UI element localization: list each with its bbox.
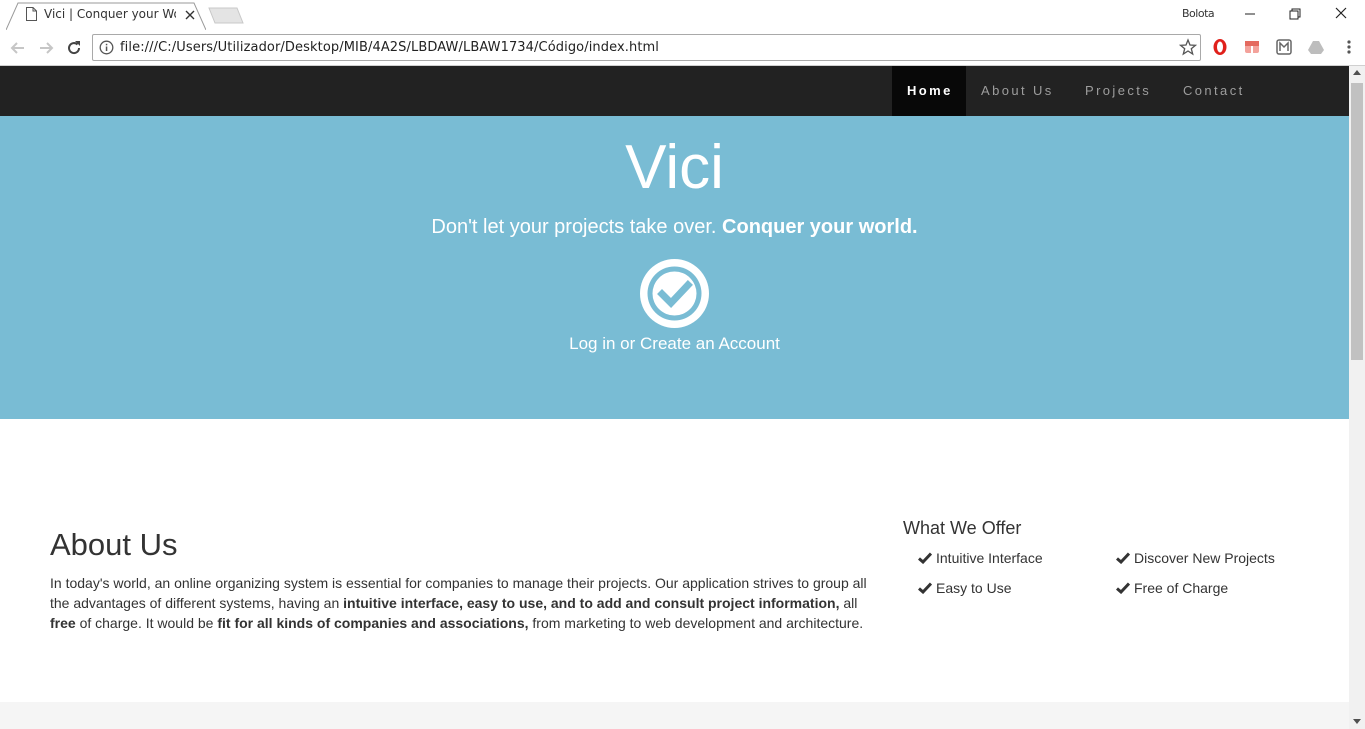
hero-subtitle-plain: Don't let your projects take over. [431, 216, 717, 238]
offer-title: What We Offer [903, 518, 1022, 538]
extension-icon[interactable] [1243, 38, 1261, 56]
minimize-icon[interactable] [1239, 4, 1261, 24]
offer-item-label: Easy to Use [936, 580, 1012, 596]
login-link[interactable]: Log in or Create an Account [0, 334, 1349, 354]
bookmark-star-icon[interactable] [1179, 38, 1197, 56]
offer-item: Free of Charge [1116, 580, 1228, 596]
page-icon [26, 7, 37, 21]
hero-section: Vici Don't let your projects take over. … [0, 116, 1349, 419]
nav-projects[interactable]: Projects [1070, 66, 1166, 116]
page-viewport: Home About Us Projects Contact Vici Don'… [0, 66, 1349, 729]
reload-icon[interactable] [64, 38, 84, 58]
offer-item: Easy to Use [918, 580, 1011, 596]
offer-item: Discover New Projects [1116, 550, 1275, 566]
offer-item: Intuitive Interface [918, 550, 1043, 566]
about-title: About Us [50, 527, 178, 562]
hero-title: Vici [625, 133, 724, 202]
forward-arrow-icon[interactable] [36, 38, 56, 58]
check-icon [918, 582, 932, 594]
about-bold-2: free [50, 615, 76, 631]
address-bar[interactable]: file:///C:/Users/Utilizador/Desktop/MIB/… [92, 34, 1201, 61]
next-section-band [0, 702, 1349, 729]
check-circle-icon[interactable] [640, 259, 709, 328]
drive-extension-icon[interactable] [1307, 38, 1325, 56]
offer-item-label: Intuitive Interface [936, 550, 1043, 566]
about-paragraph: In today's world, an online organizing s… [50, 573, 880, 633]
scroll-down-arrow-icon[interactable] [1353, 719, 1361, 724]
browser-tabstrip: Vici | Conquer your World Bolota [0, 0, 1365, 30]
scrollbar-thumb[interactable] [1351, 83, 1363, 360]
site-navbar: Home About Us Projects Contact [0, 66, 1349, 116]
nav-about-us[interactable]: About Us [966, 66, 1069, 116]
new-tab-button[interactable] [208, 7, 244, 24]
about-text-4: from marketing to web development and ar… [532, 615, 864, 631]
menu-dots-icon[interactable] [1340, 38, 1358, 56]
about-text-3: of charge. It would be [79, 615, 214, 631]
scroll-up-arrow-icon[interactable] [1353, 70, 1361, 75]
close-tab-icon[interactable] [185, 10, 195, 20]
check-icon [1116, 552, 1130, 564]
about-bold-3: fit for all kinds of companies and assoc… [217, 615, 529, 631]
hero-subtitle: Don't let your projects take over. Conqu… [0, 216, 1349, 239]
check-icon [1116, 582, 1130, 594]
check-icon [918, 552, 932, 564]
browser-toolbar: file:///C:/Users/Utilizador/Desktop/MIB/… [0, 30, 1365, 66]
info-icon[interactable] [99, 40, 114, 55]
back-arrow-icon[interactable] [8, 38, 28, 58]
about-text-2: all [843, 595, 858, 611]
vertical-scrollbar[interactable] [1349, 66, 1365, 729]
close-window-icon[interactable] [1330, 4, 1352, 24]
offer-item-label: Free of Charge [1134, 580, 1229, 596]
about-bold-1: intuitive interface, easy to use, and to… [343, 595, 840, 611]
opera-extension-icon[interactable] [1211, 38, 1229, 56]
url-text[interactable]: file:///C:/Users/Utilizador/Desktop/MIB/… [120, 40, 659, 55]
profile-name[interactable]: Bolota [1182, 7, 1215, 20]
extension-icon[interactable] [1275, 38, 1293, 56]
tab-title: Vici | Conquer your World [44, 7, 176, 21]
restore-icon[interactable] [1284, 4, 1306, 24]
nav-contact[interactable]: Contact [1168, 66, 1260, 116]
offer-item-label: Discover New Projects [1134, 550, 1275, 566]
nav-home[interactable]: Home [892, 66, 966, 116]
hero-subtitle-bold: Conquer your world. [722, 216, 918, 238]
